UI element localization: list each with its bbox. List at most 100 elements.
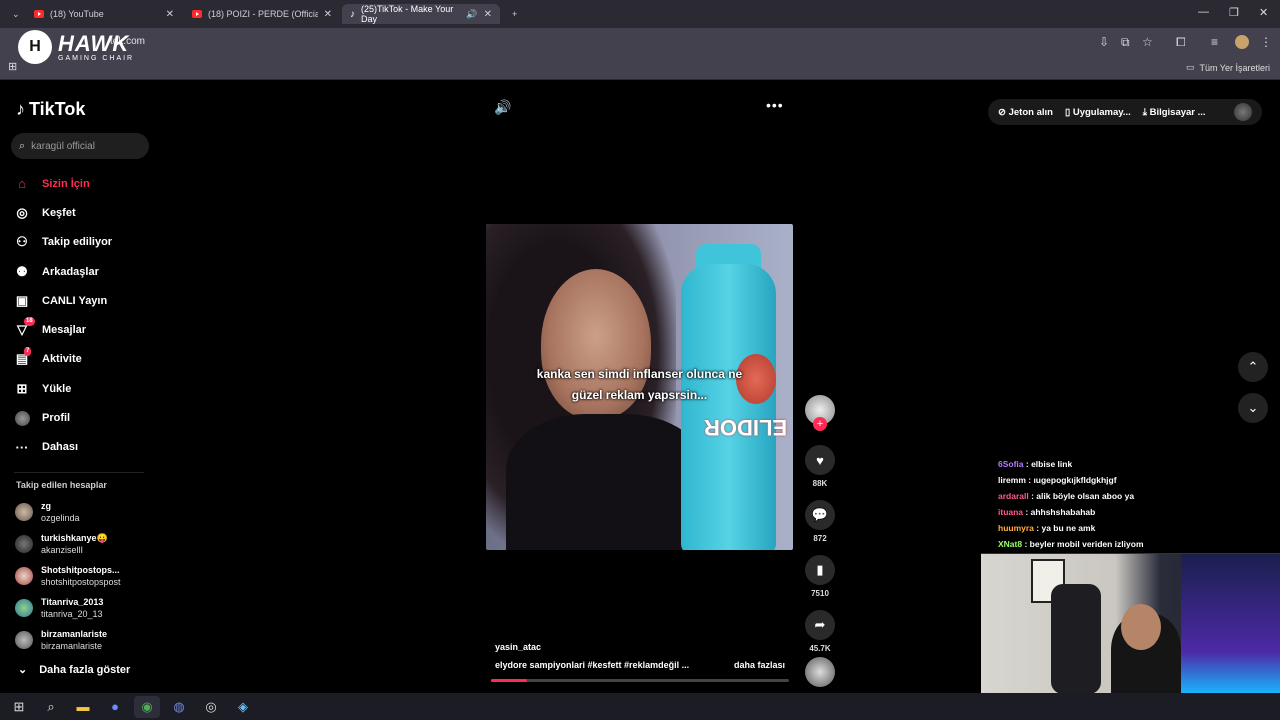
sidebar-item-more[interactable]: ··· Dahası — [14, 433, 154, 462]
download-icon: ⤓ — [1142, 106, 1147, 118]
more-options-icon[interactable]: ••• — [766, 97, 784, 113]
sidebar-item-friends[interactable]: ⚉ Arkadaşlar — [14, 257, 154, 286]
chat-username: liremm — [998, 475, 1026, 485]
tiktok-icon: ♪ — [16, 99, 25, 119]
apps-icon[interactable]: ⊞ — [8, 60, 17, 73]
volume-icon[interactable]: 🔊 — [494, 99, 511, 116]
top-right-bar: ⊘ Jeton alın ▯ Uygulamay... ⤓ Bilgisayar… — [988, 99, 1262, 125]
save-button[interactable]: ▮ — [805, 555, 835, 585]
nav-label: Keşfet — [42, 206, 76, 219]
new-tab-button[interactable]: + — [504, 4, 522, 24]
home-icon: ⌂ — [18, 176, 26, 192]
file-explorer-icon[interactable]: ▬ — [70, 696, 96, 718]
chat-message: 6Sofia : elbise link — [998, 456, 1144, 472]
discord-icon[interactable]: ◍ — [166, 696, 192, 718]
close-icon[interactable]: ✕ — [324, 9, 332, 20]
search-icon: ⌕ — [19, 139, 26, 152]
following-account[interactable]: turkishkanye😛 akanzisellI — [15, 532, 108, 556]
profile-avatar-icon[interactable] — [1235, 35, 1249, 49]
following-account[interactable]: Shotshitpostops... shotshitpostopspost — [15, 564, 121, 588]
caption-line: güzel reklam yapsrsin... — [571, 388, 708, 402]
search-input[interactable] — [31, 140, 132, 152]
caption-line: kanka sen simdi inflanser olunca ne — [536, 367, 743, 381]
tab-tiktok[interactable]: ♪ (25)TikTok - Make Your Day 🔊 ✕ — [342, 4, 500, 24]
following-account[interactable]: zg ozgelinda — [15, 500, 80, 524]
chat-text: beyler mobil veriden izliyom — [1029, 539, 1144, 549]
get-coins-button[interactable]: ⊘ Jeton alın — [998, 107, 1053, 118]
following-account[interactable]: Titanriva_2013 titanriva_20_13 — [15, 596, 103, 620]
sidebar-item-following[interactable]: ⚇ Takip ediliyor — [14, 228, 154, 257]
sidebar-item-messages[interactable]: ▽ 18 Mesajlar — [14, 315, 154, 344]
share-count: 45.7K — [809, 644, 831, 653]
sidebar-item-live[interactable]: ▣ CANLI Yayın — [14, 286, 154, 315]
obs-icon[interactable]: ◎ — [198, 696, 224, 718]
messages-badge: 18 — [24, 317, 35, 327]
steam-icon[interactable]: ◈ — [230, 696, 256, 718]
sidebar-item-activity[interactable]: ▤ 7 Aktivite — [14, 345, 154, 374]
comment-icon: 💬 — [811, 507, 829, 522]
desktop-app-button[interactable]: ⤓ Bilgisayar ... — [1143, 107, 1206, 118]
chat-message: ardarall : alik böyle olsan aboo ya — [998, 488, 1144, 504]
video-progress-bar[interactable] — [491, 679, 789, 682]
taskbar: ⊞ ⌕ ▬ ● ◉ ◍ ◎ ◈ — [0, 693, 1280, 720]
close-icon[interactable]: ✕ — [166, 9, 174, 20]
chat-username: ituana — [998, 507, 1024, 517]
minimize-icon[interactable]: — — [1198, 6, 1209, 18]
next-video-button[interactable]: ⌄ — [1238, 393, 1268, 423]
all-bookmarks[interactable]: ▭ Tüm Yer İşaretleri — [1186, 62, 1270, 73]
tab-youtube[interactable]: (18) YouTube ✕ — [26, 4, 182, 24]
like-button[interactable]: ♥ — [805, 445, 835, 475]
tab-list-button[interactable]: ⌄ — [4, 4, 22, 24]
chat-text: alik böyle olsan aboo ya — [1036, 491, 1135, 501]
close-window-icon[interactable]: ✕ — [1259, 6, 1268, 19]
compass-icon: ◎ — [16, 204, 28, 220]
share-button[interactable]: ➦ — [805, 610, 835, 640]
tiktok-logo[interactable]: ♪ TikTok — [16, 99, 85, 120]
media-icon[interactable]: ≡ — [1211, 35, 1218, 49]
previous-video-button[interactable]: ⌃ — [1238, 352, 1268, 382]
chrome-icon[interactable]: ◉ — [134, 695, 160, 718]
chat-separator: : — [1023, 459, 1032, 469]
menu-icon[interactable]: ⋮ — [1260, 35, 1272, 49]
restore-icon[interactable]: ❐ — [1229, 6, 1239, 19]
music-disc[interactable] — [805, 657, 835, 687]
browser-tab-strip: ⌄ (18) YouTube ✕ (18) POIZI - PERDE (Off… — [0, 0, 1280, 28]
following-account[interactable]: birzamanlariste birzamanlariste — [15, 628, 107, 652]
more-icon: ··· — [15, 439, 29, 455]
see-more-link[interactable]: daha fazlası — [734, 660, 785, 670]
video-player[interactable]: ELIDOR kanka sen simdi inflanser olunca … — [486, 224, 793, 550]
close-icon[interactable]: ✕ — [484, 9, 492, 20]
chat-separator: : — [1022, 539, 1030, 549]
chevron-up-icon: ⌃ — [1247, 359, 1259, 374]
windows-start-icon[interactable]: ⊞ — [6, 696, 32, 718]
tab-poizi[interactable]: (18) POIZI - PERDE (Official Vid ✕ — [184, 4, 340, 24]
search-box[interactable]: ⌕ — [11, 133, 149, 159]
speaker-icon[interactable]: 🔊 — [466, 9, 477, 20]
phone-icon: ▯ — [1064, 106, 1071, 118]
plus-icon[interactable]: + — [813, 417, 827, 431]
avatar — [15, 631, 33, 649]
show-more-button[interactable]: ⌄ Daha fazla göster — [18, 663, 130, 677]
creator-avatar[interactable]: + — [805, 395, 835, 431]
avatar[interactable] — [1234, 103, 1252, 121]
translate-icon[interactable]: ⧉ — [1121, 35, 1130, 50]
webcam-overlay — [981, 553, 1280, 693]
star-icon[interactable]: ☆ — [1142, 35, 1153, 49]
sidebar-item-upload[interactable]: ⊞ Yükle — [14, 374, 154, 403]
comment-button[interactable]: 💬 — [805, 500, 835, 530]
sidebar-item-explore[interactable]: ◎ Keşfet — [14, 198, 154, 227]
video-author[interactable]: yasin_atac — [495, 642, 785, 652]
sidebar-item-profile[interactable]: Profil — [14, 403, 154, 432]
get-app-button[interactable]: ▯ Uygulamay... — [1065, 107, 1131, 118]
app-icon[interactable]: ● — [102, 696, 128, 718]
install-icon[interactable]: ⇩ — [1099, 35, 1109, 49]
video-bottle — [681, 264, 776, 550]
extensions-icon[interactable]: ⧠ — [1176, 35, 1186, 50]
chat-message: huumyra : ya bu ne amk — [998, 520, 1144, 536]
sidebar-item-for-you[interactable]: ⌂ Sizin İçin — [14, 169, 154, 198]
search-icon[interactable]: ⌕ — [38, 696, 64, 718]
stream-chat: 6Sofia : elbise link liremm : ıugepogkıjk… — [998, 456, 1144, 552]
video-meta: yasin_atac elydore sampiyonlari #kesfett… — [495, 642, 785, 670]
chevron-down-icon: ⌄ — [18, 664, 28, 676]
video-caption: kanka sen simdi inflanser olunca ne güze… — [486, 364, 793, 406]
